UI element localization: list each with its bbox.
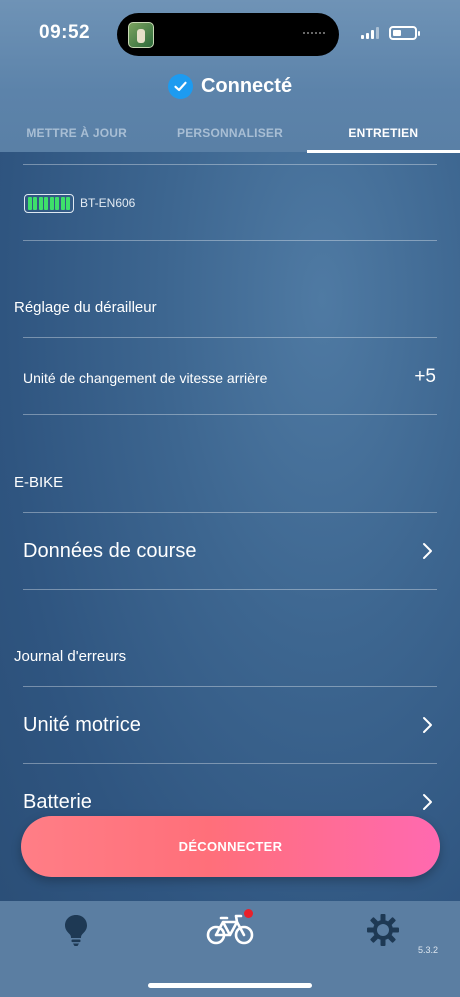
notification-badge (244, 909, 253, 918)
chevron-right-icon (423, 794, 432, 810)
chevron-right-icon (423, 543, 432, 559)
device-battery-icon (24, 194, 74, 213)
rear-shift-unit-value: +5 (414, 366, 436, 387)
tab-maintenance[interactable]: ENTRETIEN (306, 113, 460, 153)
activity-dots (303, 32, 325, 34)
dynamic-island (117, 13, 339, 56)
home-indicator[interactable] (148, 983, 312, 988)
section-heading-error-log: Journal d'erreurs (14, 648, 127, 665)
connection-status: Connecté (0, 74, 460, 99)
chevron-right-icon (423, 717, 432, 733)
nav-settings[interactable] (366, 913, 400, 952)
rear-shift-unit-label: Unité de changement de vitesse arrière (23, 370, 268, 386)
section-heading-derailleur: Réglage du dérailleur (14, 299, 157, 316)
device-name: BT-EN606 (80, 196, 136, 210)
divider (23, 414, 437, 415)
divider (23, 164, 437, 165)
app-thumbnail-icon (128, 22, 154, 48)
divider (23, 240, 437, 241)
status-time: 09:52 (39, 22, 91, 43)
section-heading-ebike: E-BIKE (14, 474, 64, 491)
tab-bar: METTRE À JOUR PERSONNALISER ENTRETIEN (0, 113, 460, 153)
lightbulb-icon (65, 915, 87, 946)
ride-data-row[interactable]: Données de course (0, 513, 460, 589)
phone-battery-icon (389, 26, 420, 40)
app-version: 5.3.2 (417, 945, 438, 955)
tab-customize[interactable]: PERSONNALISER (153, 113, 306, 153)
battery-label: Batterie (23, 791, 92, 813)
drive-unit-label: Unité motrice (23, 714, 141, 736)
ride-data-label: Données de course (23, 540, 197, 562)
battery-row[interactable]: Batterie (0, 764, 460, 824)
tab-update[interactable]: METTRE À JOUR (0, 113, 153, 153)
signal-icon (361, 27, 379, 39)
divider (23, 589, 437, 590)
checkmark-icon (167, 74, 193, 99)
connection-status-label: Connecté (200, 75, 293, 97)
nav-bike[interactable] (206, 909, 254, 952)
disconnect-button[interactable]: DÉCONNECTER (21, 816, 440, 877)
drive-unit-row[interactable]: Unité motrice (0, 687, 460, 763)
gear-icon (367, 914, 399, 946)
rear-shift-unit-row[interactable]: Unité de changement de vitesse arrière +… (0, 338, 460, 414)
nav-tips[interactable] (62, 913, 90, 952)
